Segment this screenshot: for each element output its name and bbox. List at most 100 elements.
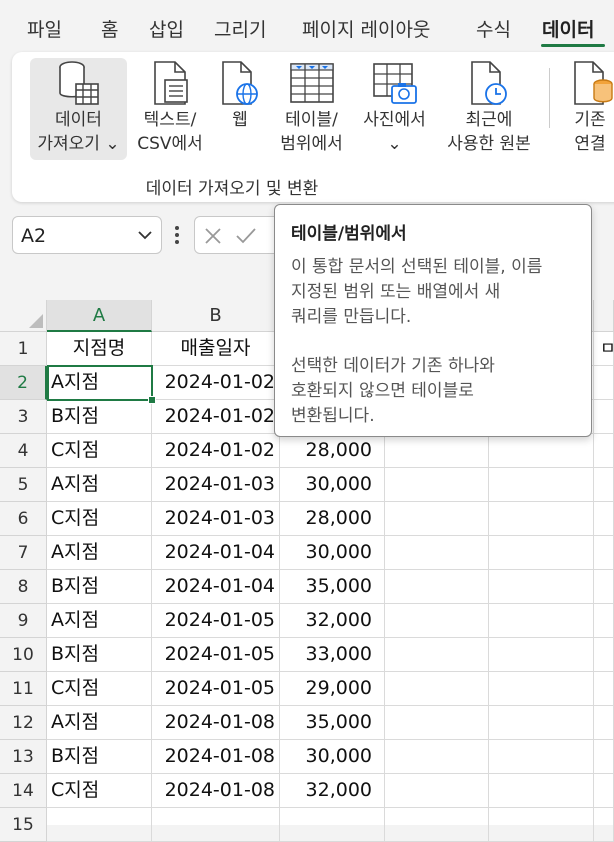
table-cell[interactable]: 2024-01-08: [152, 706, 280, 740]
table-cell[interactable]: [489, 570, 594, 604]
table-cell[interactable]: [594, 536, 614, 570]
table-cell[interactable]: [385, 672, 489, 706]
select-all-corner[interactable]: [0, 300, 47, 332]
row-header[interactable]: 15: [0, 808, 47, 842]
table-cell[interactable]: B지점: [47, 740, 152, 774]
row-header[interactable]: 14: [0, 774, 47, 808]
table-cell[interactable]: [489, 536, 594, 570]
table-cell[interactable]: [594, 400, 614, 434]
table-cell[interactable]: [385, 774, 489, 808]
table-cell[interactable]: [489, 774, 594, 808]
table-cell[interactable]: 지점명: [47, 332, 152, 366]
table-cell[interactable]: 32,000: [280, 604, 385, 638]
table-cell[interactable]: [489, 672, 594, 706]
row-header[interactable]: 7: [0, 536, 47, 570]
table-cell[interactable]: 2024-01-03: [152, 502, 280, 536]
table-cell[interactable]: 2024-01-05: [152, 604, 280, 638]
table-cell[interactable]: [385, 808, 489, 842]
name-box[interactable]: A2: [12, 216, 162, 254]
table-cell[interactable]: [489, 502, 594, 536]
table-cell[interactable]: 30,000: [280, 740, 385, 774]
row-header[interactable]: 12: [0, 706, 47, 740]
table-cell[interactable]: C지점: [47, 774, 152, 808]
table-cell[interactable]: [594, 672, 614, 706]
table-cell[interactable]: A지점: [47, 468, 152, 502]
table-cell[interactable]: B지점: [47, 400, 152, 434]
table-cell[interactable]: [385, 604, 489, 638]
table-cell[interactable]: 33,000: [280, 638, 385, 672]
table-cell[interactable]: [385, 468, 489, 502]
tab-draw[interactable]: 그리기: [214, 15, 266, 42]
row-header[interactable]: 2: [0, 366, 47, 400]
table-cell[interactable]: [385, 536, 489, 570]
cancel-edit-icon[interactable]: [203, 226, 223, 246]
row-header[interactable]: 13: [0, 740, 47, 774]
existing-connections-button[interactable]: 기존 연결: [562, 58, 614, 156]
table-cell[interactable]: C지점: [47, 434, 152, 468]
table-cell[interactable]: A지점: [47, 706, 152, 740]
table-cell[interactable]: B지점: [47, 638, 152, 672]
table-cell[interactable]: [152, 808, 280, 842]
table-cell[interactable]: [594, 502, 614, 536]
table-cell[interactable]: [385, 502, 489, 536]
table-cell[interactable]: 30,000: [280, 468, 385, 502]
table-cell[interactable]: 매출일자: [152, 332, 280, 366]
table-cell[interactable]: [489, 638, 594, 672]
table-cell[interactable]: [489, 740, 594, 774]
table-cell[interactable]: 28,000: [280, 434, 385, 468]
chevron-down-icon[interactable]: [137, 229, 153, 241]
row-header[interactable]: 9: [0, 604, 47, 638]
table-cell[interactable]: [489, 808, 594, 842]
tab-page-layout[interactable]: 페이지 레이아웃: [302, 15, 430, 42]
from-table-range-button[interactable]: 테이블/ 범위에서: [274, 58, 349, 156]
table-cell[interactable]: 2024-01-04: [152, 536, 280, 570]
table-cell[interactable]: [594, 604, 614, 638]
table-cell[interactable]: B지점: [47, 570, 152, 604]
table-cell[interactable]: 2024-01-05: [152, 672, 280, 706]
table-cell[interactable]: 2024-01-04: [152, 570, 280, 604]
fill-handle[interactable]: [148, 396, 156, 404]
row-header[interactable]: 4: [0, 434, 47, 468]
tab-data[interactable]: 데이터: [542, 15, 594, 42]
row-header[interactable]: 8: [0, 570, 47, 604]
table-cell[interactable]: [594, 774, 614, 808]
table-cell[interactable]: [385, 434, 489, 468]
row-header[interactable]: 10: [0, 638, 47, 672]
table-cell[interactable]: 2024-01-05: [152, 638, 280, 672]
table-cell[interactable]: 29,000: [280, 672, 385, 706]
table-cell[interactable]: [594, 468, 614, 502]
tab-file[interactable]: 파일: [27, 15, 62, 42]
table-cell[interactable]: 2024-01-08: [152, 740, 280, 774]
row-header[interactable]: 5: [0, 468, 47, 502]
table-cell[interactable]: [594, 570, 614, 604]
tab-formulas[interactable]: 수식: [476, 15, 511, 42]
table-cell[interactable]: A지점: [47, 604, 152, 638]
row-header[interactable]: 11: [0, 672, 47, 706]
from-web-button[interactable]: 웹: [217, 58, 263, 132]
table-cell[interactable]: 35,000: [280, 570, 385, 604]
table-cell[interactable]: 2024-01-03: [152, 468, 280, 502]
table-cell[interactable]: 2024-01-02: [152, 434, 280, 468]
table-cell[interactable]: A지점: [47, 366, 152, 400]
table-cell[interactable]: C지점: [47, 672, 152, 706]
more-options-icon[interactable]: [172, 223, 182, 247]
table-cell[interactable]: 2024-01-02: [152, 366, 280, 400]
table-cell[interactable]: 2024-01-02: [152, 400, 280, 434]
table-cell[interactable]: 28,000: [280, 502, 385, 536]
table-cell[interactable]: 32,000: [280, 774, 385, 808]
table-cell[interactable]: [489, 468, 594, 502]
table-cell[interactable]: [594, 366, 614, 400]
column-header-f[interactable]: [594, 300, 614, 332]
column-header-b[interactable]: B: [152, 300, 280, 332]
tab-home[interactable]: 홈: [101, 15, 118, 42]
table-cell[interactable]: [489, 706, 594, 740]
table-cell[interactable]: [385, 638, 489, 672]
tab-insert[interactable]: 삽입: [149, 15, 184, 42]
get-data-button[interactable]: 데이터 가져오기 ⌄: [30, 58, 127, 160]
table-cell[interactable]: 35,000: [280, 706, 385, 740]
table-cell[interactable]: [594, 638, 614, 672]
table-cell[interactable]: 2024-01-08: [152, 774, 280, 808]
from-text-csv-button[interactable]: 텍스트/ CSV에서: [130, 58, 210, 156]
table-cell[interactable]: [47, 808, 152, 842]
confirm-edit-icon[interactable]: [235, 226, 257, 246]
